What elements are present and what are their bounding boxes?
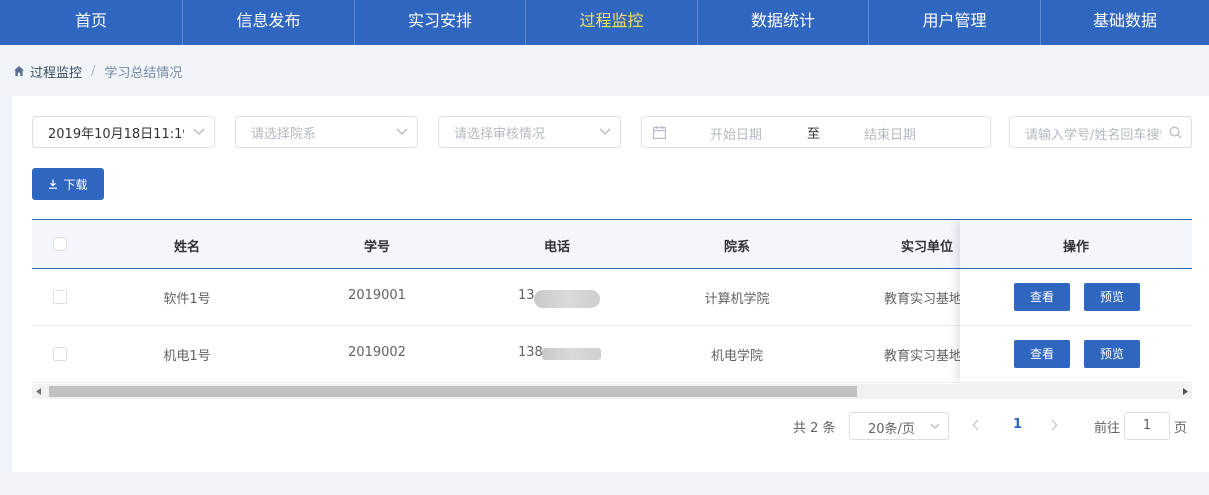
prev-page-icon[interactable] [972,419,980,431]
date-range-picker[interactable]: 开始日期 至 结束日期 [641,116,991,148]
row-checkbox[interactable] [53,347,67,361]
cell-phone: 13 [518,288,535,303]
nav-item-home[interactable]: 首页 [0,0,183,45]
phone-redaction [542,348,601,360]
breadcrumb-separator: / [91,63,96,79]
page-number-current[interactable]: 1 [1013,417,1022,432]
column-header-actions: 操作 [1062,240,1089,255]
column-header-company: 实习单位 [900,240,953,255]
column-header-phone: 电话 [543,240,570,255]
goto-label: 前往 [1094,421,1121,436]
select-all-checkbox[interactable] [53,237,67,251]
nav-item-process-monitor[interactable]: 过程监控 [526,0,698,45]
review-status-placeholder: 请选择审核情况 [454,126,546,142]
nav-item-internship-arrangement[interactable]: 实习安排 [355,0,526,45]
scrollbar-thumb[interactable] [49,386,857,397]
goto-suffix: 页 [1174,421,1188,436]
breadcrumb: 过程监控 / 学习总结情况 [13,62,183,81]
department-select-placeholder: 请选择院系 [251,126,317,142]
page-size-select[interactable]: 20条/页 [849,412,949,440]
row-checkbox[interactable] [53,290,67,304]
top-nav: 首页 信息发布 实习安排 过程监控 数据统计 用户管理 基础数据 [0,0,1209,45]
cell-name: 机电1号 [163,349,211,364]
column-header-department: 院系 [723,240,750,255]
content-panel: 2019年10月18日11:19:( 请选择院系 请选择审核情况 开始日期 至 … [12,96,1209,472]
nav-item-user-management[interactable]: 用户管理 [869,0,1041,45]
nav-item-base-data[interactable]: 基础数据 [1041,0,1209,45]
data-table: 姓名 学号 电话 院系 实习单位 软件1号 2019001 13 计算机学院 教… [32,219,1192,401]
cell-company: 教育实习基地 [884,292,963,307]
chevron-down-icon [387,128,417,136]
date-select[interactable]: 2019年10月18日11:19:( [32,116,215,148]
search-placeholder: 请输入学号/姓名回车搜索 [1025,128,1161,143]
range-start-input[interactable]: 开始日期 [710,124,762,143]
view-button[interactable]: 查看 [1014,340,1070,368]
horizontal-scrollbar[interactable] [32,384,1192,399]
view-button[interactable]: 查看 [1014,283,1070,311]
actions-header-cell: 操作 [960,220,1192,269]
nav-item-info-publish[interactable]: 信息发布 [183,0,355,45]
cell-department: 机电学院 [710,349,763,364]
cell-phone: 138 [518,345,543,360]
range-separator: 至 [807,127,821,142]
chevron-down-icon [184,128,214,136]
cell-department: 计算机学院 [704,292,770,307]
goto-page-input[interactable]: 1 [1124,412,1170,440]
next-page-icon[interactable] [1050,419,1058,431]
column-header-name: 姓名 [173,240,200,255]
actions-column: 操作 查看 预览 查看 预览 [960,220,1192,383]
chevron-down-icon [590,128,620,136]
range-end-input[interactable]: 结束日期 [864,124,916,143]
nav-item-statistics[interactable]: 数据统计 [698,0,869,45]
preview-button[interactable]: 预览 [1084,283,1140,311]
search-icon[interactable] [1169,126,1182,139]
download-icon [49,179,58,189]
cell-name: 软件1号 [163,292,211,307]
review-status-select[interactable]: 请选择审核情况 [438,116,621,148]
calendar-icon [653,126,666,139]
phone-redaction [534,290,600,308]
scroll-right-icon[interactable] [1183,388,1188,395]
column-header-student-id: 学号 [363,240,390,255]
breadcrumb-item-process-monitor[interactable]: 过程监控 [30,62,82,81]
cell-student-id: 2019002 [348,345,406,360]
preview-button[interactable]: 预览 [1084,340,1140,368]
pagination-total: 共 2 条 [793,421,836,436]
date-select-value: 2019年10月18日11:19:( [48,126,184,142]
actions-cell: 查看 预览 [960,269,1192,326]
actions-cell: 查看 预览 [960,326,1192,383]
download-button[interactable]: 下载 [32,168,104,200]
page-size-value: 20条/页 [868,422,915,437]
cell-student-id: 2019001 [348,288,406,303]
cell-company: 教育实习基地 [884,349,963,364]
department-select[interactable]: 请选择院系 [235,116,418,148]
search-input[interactable]: 请输入学号/姓名回车搜索 [1009,116,1192,148]
download-label: 下载 [63,177,88,192]
home-icon [14,66,24,76]
scroll-left-icon[interactable] [36,388,41,395]
chevron-down-icon [930,423,940,429]
breadcrumb-item-current: 学习总结情况 [104,65,183,81]
